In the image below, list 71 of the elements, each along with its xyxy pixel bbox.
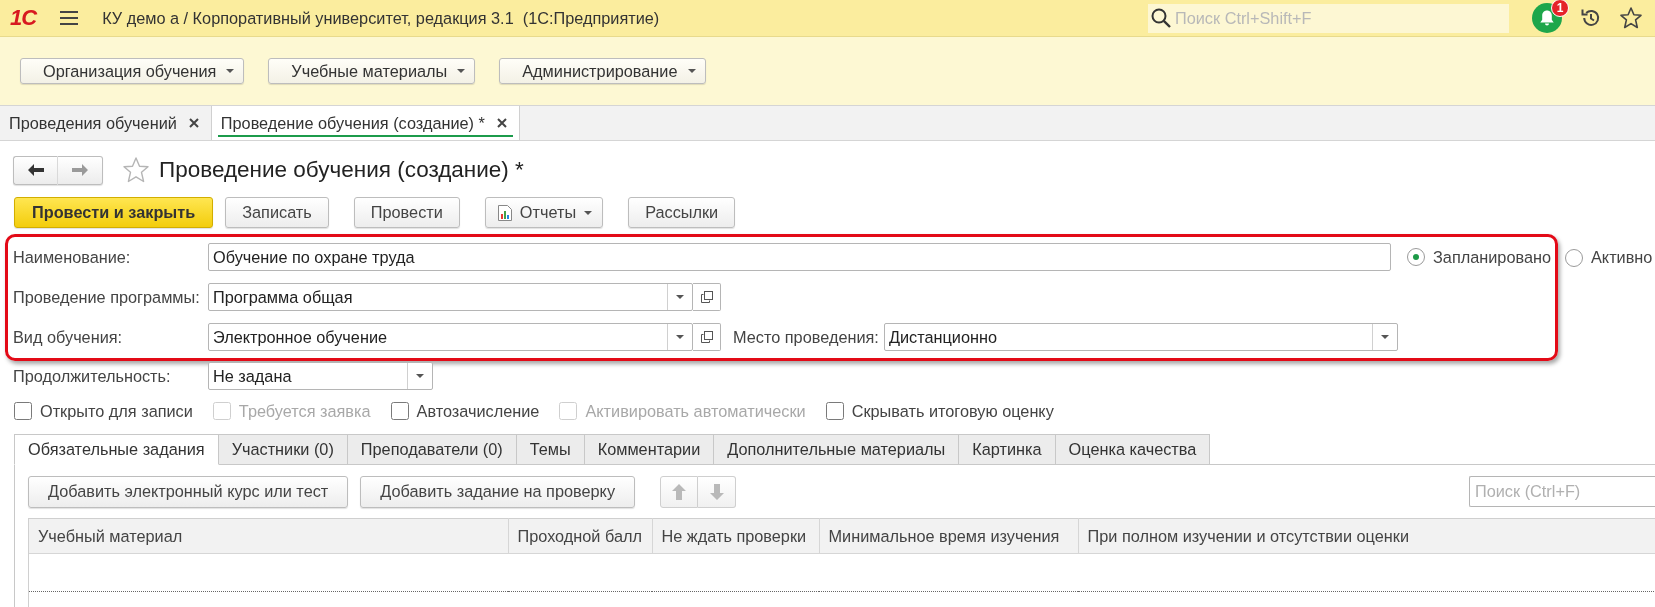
arrow-down-icon [709, 483, 724, 500]
select-field[interactable]: Программа общая [208, 283, 693, 311]
field-label: Наименование: [13, 247, 132, 267]
open-button[interactable] [693, 323, 721, 351]
close-icon[interactable] [188, 118, 199, 128]
back-button[interactable] [13, 155, 58, 185]
panel-button[interactable]: Добавить электронный курс или тест [28, 475, 349, 508]
window-tab[interactable]: Проведение обучения (создание) * [211, 106, 520, 140]
caret-icon [416, 374, 424, 378]
checkbox-option[interactable]: Автозачисление [390, 401, 540, 421]
checkbox-option[interactable]: Скрывать итоговую оценку [825, 401, 1054, 421]
star-icon[interactable] [1620, 7, 1642, 29]
toolbar-button[interactable]: Провести [353, 197, 460, 228]
squares-icon [700, 291, 713, 303]
report-icon [497, 204, 512, 221]
radio-option[interactable]: Активно [1565, 248, 1653, 267]
detail-tab[interactable]: Комментарии [584, 434, 715, 465]
window-tab[interactable]: Проведения обучений [0, 106, 212, 140]
close-icon[interactable] [496, 118, 507, 128]
text-field[interactable]: Обучение по охране труда [208, 243, 1391, 271]
search-field[interactable]: Поиск Ctrl+Shift+F [1148, 3, 1509, 33]
select-field[interactable]: Электронное обучение [208, 323, 693, 351]
arrow-up-icon [672, 483, 687, 500]
detail-tab[interactable]: Участники (0) [218, 434, 348, 465]
arrow-left-icon [27, 164, 44, 176]
search-icon [1151, 7, 1171, 28]
section-menu-button[interactable]: Организация обучения [20, 58, 245, 84]
column-header[interactable]: Учебный материал [29, 518, 508, 554]
caret-icon [676, 335, 684, 339]
detail-tab[interactable]: Оценка качества [1055, 434, 1211, 465]
detail-tab[interactable]: Обязательные задания [14, 434, 219, 465]
menu-icon[interactable] [60, 11, 79, 25]
toolbar-button[interactable]: Рассылки [628, 197, 736, 228]
checkbox-option[interactable]: Открыто для записи [14, 401, 193, 421]
app-title: КУ демо а / Корпоративный университет, редакция 3.1 (1С:Предприятие) [102, 8, 660, 28]
column-header[interactable]: Минимальное время изучения [819, 518, 1078, 554]
toolbar-button[interactable]: Записать [225, 197, 329, 228]
caret-icon [687, 69, 696, 73]
reports-button[interactable]: Отчеты [484, 197, 604, 228]
arrow-right-icon [72, 164, 88, 176]
primary-button[interactable]: Провести и закрыть [14, 197, 214, 228]
column-header[interactable]: Проходной балл [508, 518, 652, 554]
detail-tab[interactable]: Преподаватели (0) [347, 434, 517, 465]
select-field[interactable]: Не задана [208, 362, 433, 390]
section-menu-button[interactable]: Администрирование [499, 58, 706, 84]
caret-icon [676, 295, 684, 299]
history-icon[interactable] [1581, 8, 1601, 28]
panel-button[interactable]: Добавить задание на проверку [360, 475, 636, 508]
squares-icon [700, 331, 713, 343]
caret-icon [584, 210, 593, 215]
field-label: Место проведения: [733, 327, 879, 347]
search-field[interactable]: Поиск (Ctrl+F) [1469, 476, 1655, 507]
app-logo: 1С [10, 5, 37, 31]
form-title: Проведение обучения (создание) * [159, 157, 524, 183]
column-header[interactable]: При полном изучении и отсутствии оценки [1078, 518, 1655, 554]
select-field[interactable]: Дистанционно [883, 323, 1398, 351]
column-header[interactable]: Не ждать проверки [652, 518, 819, 554]
section-menu-button[interactable]: Учебные материалы [268, 58, 476, 84]
field-label: Проведение программы: [13, 287, 201, 307]
caret-icon [226, 69, 235, 73]
star-icon[interactable] [123, 157, 149, 183]
caret-icon [1380, 335, 1389, 339]
field-label: Вид обучения: [13, 327, 124, 347]
detail-tab[interactable]: Дополнительные материалы [714, 434, 960, 465]
caret-icon [457, 69, 466, 73]
detail-tab[interactable]: Картинка [959, 434, 1056, 465]
radio-option[interactable]: Запланировано [1407, 247, 1552, 267]
notification-badge: 1 [1551, 0, 1569, 17]
field-label: Продолжительность: [13, 366, 172, 386]
open-button[interactable] [693, 283, 721, 311]
detail-tab[interactable]: Темы [516, 434, 585, 465]
